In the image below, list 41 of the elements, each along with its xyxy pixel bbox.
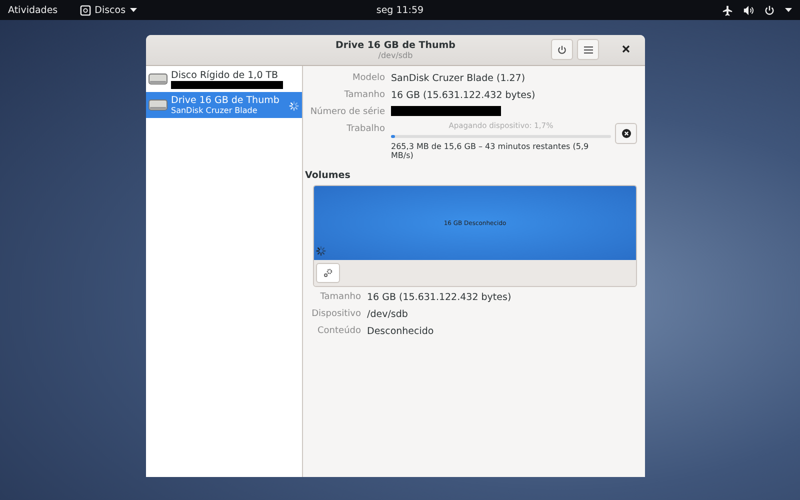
settings-button[interactable] xyxy=(316,263,340,283)
section-heading: Volumes xyxy=(305,170,352,181)
caret-icon xyxy=(130,8,137,12)
field-value: Desconhecido xyxy=(367,326,435,337)
disk-app-icon xyxy=(80,4,91,16)
cancel-button[interactable] xyxy=(615,123,637,144)
app-menu[interactable]: Discos xyxy=(94,4,126,16)
power-button[interactable] xyxy=(551,39,573,60)
hard-drive-icon xyxy=(148,98,168,112)
speaker-icon[interactable] xyxy=(742,4,754,16)
drive-name: Drive 16 GB de Thumb xyxy=(171,95,280,106)
field-label: Tamanho xyxy=(319,291,361,304)
field-label: Dispositivo xyxy=(310,308,361,321)
menu-icon xyxy=(584,46,592,54)
caret-icon xyxy=(784,8,792,12)
drive-model: SanDisk Cruzer Blade xyxy=(171,106,258,115)
window-subtitle: /dev/sdb xyxy=(378,51,413,60)
gears-icon xyxy=(323,268,333,278)
cancel-icon xyxy=(622,129,630,138)
close-icon xyxy=(622,44,630,52)
field-value: /dev/sdb xyxy=(367,309,409,320)
field-label: Trabalho xyxy=(346,123,385,136)
airplane-icon[interactable] xyxy=(722,4,733,16)
drive-list-item[interactable]: Drive 16 GB de Thumb SanDisk Cruzer Blade xyxy=(146,92,302,118)
field-label: Tamanho xyxy=(343,89,385,102)
clock[interactable]: seg 11:59 xyxy=(269,4,531,16)
drive-name: Disco Rígido de 1,0 TB xyxy=(171,70,280,80)
hard-drive-icon xyxy=(148,72,168,86)
menu-button[interactable] xyxy=(577,39,599,60)
field-value: 16 GB (15.631.122.432 bytes) xyxy=(367,292,512,303)
field-label: Número de série xyxy=(309,106,385,119)
field-label: Modelo xyxy=(351,72,385,85)
field-label: Conteúdo xyxy=(316,324,361,338)
power-icon xyxy=(557,44,567,54)
field-value: 16 GB (15.631.122.432 bytes) xyxy=(391,90,536,101)
job-detail: 265,3 MB de 15,6 GB – 43 minutos restantes (5,9 MB/s) xyxy=(391,142,590,160)
field-value: SanDisk Cruzer Blade (1.27) xyxy=(391,73,526,84)
drive-list-item[interactable]: Disco Rígido de 1,0 TB xyxy=(146,66,302,92)
activities-button[interactable]: Atividades xyxy=(8,4,58,16)
power-icon[interactable] xyxy=(764,4,775,16)
window-title: Drive 16 GB de Thumb xyxy=(336,40,456,51)
